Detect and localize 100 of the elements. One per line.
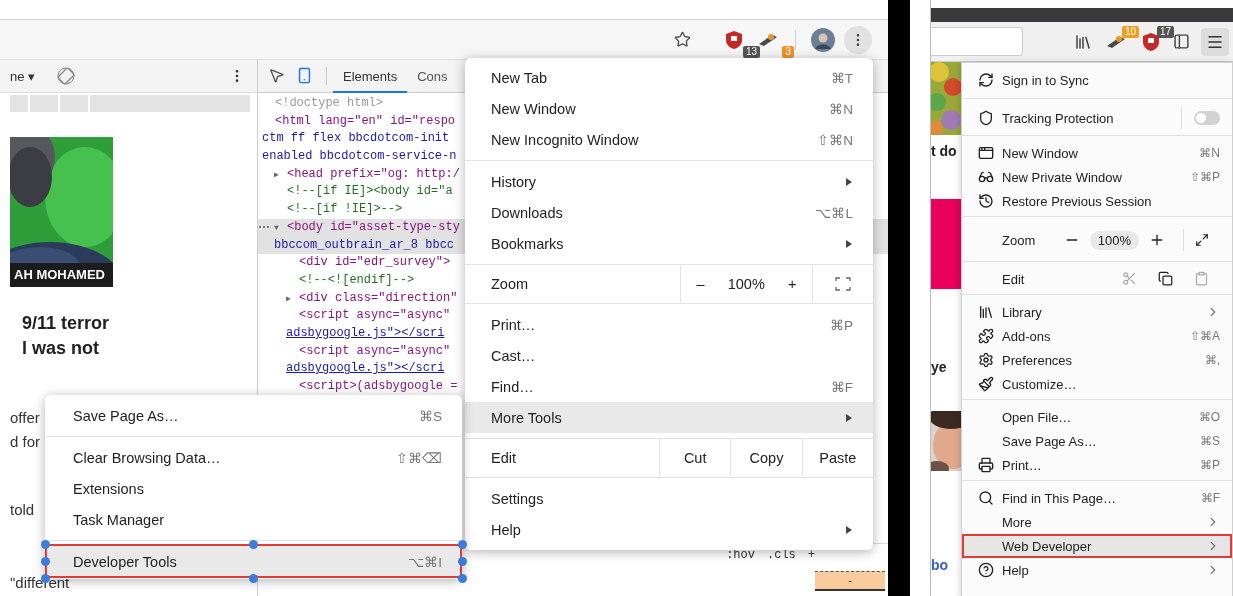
ellipsis-icon[interactable] (259, 225, 269, 228)
menu-item[interactable]: Developer Tools ⌥⌘I (45, 546, 462, 577)
code-line: <body id="asset-type-sty (287, 218, 460, 236)
copy-icon[interactable] (1158, 271, 1174, 287)
shortcut-label: ⇧⌘⌫ (396, 449, 442, 466)
article-text: d for (10, 434, 40, 450)
badge-count: 10 (1121, 25, 1139, 38)
menu-item[interactable]: Task Manager (45, 504, 462, 535)
shortcut-label: ⌘P (830, 316, 853, 333)
menu-item-label: Add-ons (1002, 328, 1052, 344)
zoom-value[interactable]: 100% (1089, 230, 1139, 250)
library-icon (978, 304, 994, 320)
zoom-label: Zoom (490, 275, 530, 294)
menu-item[interactable]: Clear Browsing Data… ⇧⌘⌫ (45, 442, 462, 473)
menu-item[interactable]: Help (962, 558, 1232, 582)
caret-right-icon (845, 524, 853, 535)
shortcut-label: ⌘P (1200, 458, 1220, 472)
address-field[interactable] (931, 27, 1023, 56)
menu-item[interactable]: Save Page As… ⌘S (962, 429, 1232, 453)
menu-item[interactable]: Settings (465, 483, 873, 514)
code-line: enabled bbcdotcom-service-n (262, 148, 457, 166)
shortcut-label: ⌘F (830, 378, 853, 395)
new-window-icon (978, 145, 994, 161)
menu-item[interactable]: Extensions (45, 473, 462, 504)
shield-extension-icon[interactable] (1142, 31, 1160, 52)
menu-item[interactable]: Web Developer (962, 534, 1232, 558)
brush-icon (978, 376, 994, 392)
shortcut-label: ⇧⌘P (1190, 170, 1220, 184)
code-line: <!--[if !IE]>--> (287, 201, 403, 219)
menu-item[interactable]: New Incognito Window ⇧⌘N (465, 124, 873, 155)
menu-button[interactable] (1201, 27, 1229, 56)
menu-item-label: New Window (1002, 145, 1079, 161)
code-line: <script async="async" (299, 342, 451, 360)
menu-item[interactable]: New Window ⌘N (962, 141, 1232, 165)
styles-toolbar-button[interactable]: + (806, 547, 816, 562)
restore-icon (978, 193, 994, 209)
zoom-in-button[interactable]: + (779, 274, 805, 294)
library-icon[interactable] (1074, 32, 1092, 51)
shortcut-label: ⇧⌘A (1190, 329, 1220, 343)
menu-item-label: Customize… (1002, 376, 1078, 392)
menu-item[interactable]: Downloads ⌥⌘L (465, 197, 873, 228)
menu-item-label: Library (1002, 304, 1043, 320)
menu-item[interactable]: Restore Previous Session (962, 189, 1232, 213)
menu-item[interactable]: Cast… (465, 340, 873, 371)
tree-toggle[interactable]: ▶ (286, 289, 299, 308)
extension-icon[interactable] (1106, 33, 1126, 50)
code-line: adsbygoogle.js"></scri (286, 324, 445, 342)
tree-toggle[interactable]: ▶ (274, 165, 287, 184)
article-text: told (10, 502, 35, 518)
puzzle-icon (978, 328, 994, 344)
menu-item[interactable]: Open File… ⌘O (962, 405, 1232, 429)
menu-item[interactable]: History (465, 166, 873, 197)
menu-item-label: Save Page As… (1002, 433, 1098, 449)
zoom-out-button[interactable]: – (688, 274, 713, 294)
inspect-icon[interactable] (268, 67, 285, 84)
extension-icon[interactable] (758, 31, 778, 48)
menu-item[interactable]: New Private Window ⇧⌘P (962, 165, 1232, 189)
menu-item[interactable]: Sign in to Sync (962, 65, 1232, 95)
menu-item[interactable]: Help (465, 514, 873, 545)
devtools-tab[interactable]: Cons (407, 59, 458, 93)
tree-toggle[interactable]: ▼ (274, 218, 287, 237)
code-line: <!doctype html> (275, 95, 384, 112)
menu-item[interactable]: New Window ⌘N (465, 93, 873, 124)
menu-item[interactable]: More Tools (465, 402, 873, 433)
expand-icon[interactable] (1195, 233, 1209, 247)
code-line: bbccom_outbrain_ar_8 bbcc (274, 236, 455, 254)
plus-icon[interactable] (1149, 232, 1165, 248)
article-text: ye (931, 359, 948, 375)
menu-item[interactable]: Customize… (962, 372, 1232, 396)
device-mode-icon[interactable] (296, 67, 313, 84)
menu-item[interactable]: New Tab ⌘T (465, 62, 873, 93)
avatar-icon[interactable] (811, 27, 835, 52)
menu-item[interactable]: Print… ⌘P (962, 453, 1232, 477)
menu-item[interactable]: Find in This Page… ⌘F (962, 486, 1232, 510)
fullscreen-icon[interactable] (835, 277, 851, 291)
rotate-icon[interactable] (57, 67, 76, 85)
code-line: <div class="direction" (299, 289, 458, 307)
shield-extension-icon[interactable] (725, 29, 743, 50)
shortcut-label: ⌥⌘L (815, 204, 853, 221)
menu-item[interactable]: Find… ⌘F (465, 371, 873, 402)
caret-right-icon (845, 238, 853, 249)
shortcut-label: ⌘, (1204, 353, 1220, 367)
device-select[interactable]: ne ▾ (10, 68, 36, 84)
shortcut-label: ⌘T (830, 69, 853, 86)
menu-item[interactable]: Print… ⌘P (465, 309, 873, 340)
menu-item-label: Restore Previous Session (1002, 193, 1153, 209)
menu-item-label: Open File… (1002, 409, 1073, 425)
code-line: <!--<![endif]--> (299, 271, 415, 289)
menu-item[interactable]: Save Page As… ⌘S (45, 400, 462, 431)
article-text: "different (10, 575, 70, 591)
menu-item[interactable]: Library (962, 300, 1232, 324)
styles-toolbar-button[interactable]: :hov (725, 547, 756, 562)
menu-item[interactable]: Preferences ⌘, (962, 348, 1232, 372)
toggle-switch[interactable] (1194, 111, 1220, 125)
menu-item[interactable]: Bookmarks (465, 228, 873, 259)
devtools-tab[interactable]: Elements (333, 59, 408, 93)
menu-item[interactable]: Add-ons ⇧⌘A (962, 324, 1232, 348)
sync-icon (978, 72, 994, 88)
sidebar-icon[interactable] (1172, 33, 1190, 50)
menu-item[interactable]: More (962, 510, 1232, 534)
